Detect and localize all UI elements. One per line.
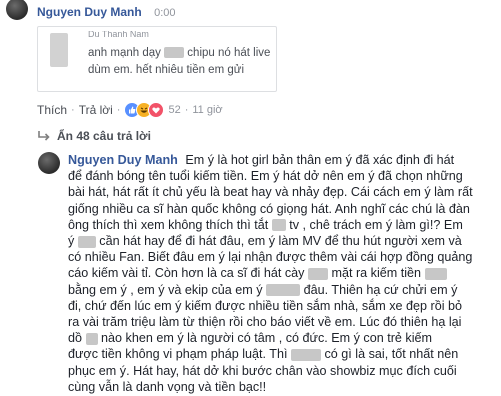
quoted-reply-box: Du Thanh Nam anh mạnh dạy chipu nó hát l… <box>37 26 277 92</box>
censor-blur <box>77 235 96 248</box>
top-comment-avatar[interactable] <box>6 0 28 20</box>
reply-arrow-icon <box>37 129 51 143</box>
reply-author[interactable]: Nguyen Duy Manh <box>68 153 178 167</box>
top-comment-header: Nguyen Duy Manh 0:00 <box>37 3 176 21</box>
reply-line-14: cùng vẫn là danh vọng và tiền bạc!! <box>68 379 267 394</box>
like-link[interactable]: Thích <box>37 103 67 117</box>
reactions-count: 52 <box>168 104 181 116</box>
hide-replies-link[interactable]: Ẩn 48 câu trả lời <box>37 128 151 144</box>
censor-blur <box>266 284 301 297</box>
quoted-reply-line1: anh mạnh dạy chipu nó hát live <box>88 47 271 59</box>
reply-line-11: dồ nào khen em ý là người có tâm , có đứ… <box>68 331 433 346</box>
reply-line-12: được tiền không vi phạm pháp luật. Thì c… <box>68 347 459 362</box>
reactions-summary[interactable]: 52 <box>124 102 181 118</box>
reply-avatar[interactable] <box>38 152 60 174</box>
censor-blur <box>424 268 447 281</box>
reply-line-6: có nhiều Fan. Biết đâu em ý lại nhận đượ… <box>68 250 473 265</box>
reply-line-1: để đánh bóng tên tuổi kiếm tiền. Em ý há… <box>68 169 463 184</box>
censor-blur <box>85 332 98 345</box>
reply-body: Nguyen Duy Manh Em ý là hot girl bản thâ… <box>68 152 498 396</box>
reply-line-10: ra vài trăm triệu làm từ thiện rồi cho b… <box>68 315 462 329</box>
quoted-reply-line2: dùm em. hết nhiêu tiền em gửi <box>88 64 245 76</box>
censor-blur <box>291 349 321 362</box>
reply-line-0: Nguyen Duy Manh Em ý là hot girl bản thâ… <box>68 153 455 167</box>
reply-line-8: bằng em ý , em ý và ekip của em ý đâu. T… <box>68 282 458 297</box>
comment-time: 11 giờ <box>192 104 223 116</box>
top-comment-author[interactable]: Nguyen Duy Manh <box>37 5 142 19</box>
censor-blur <box>307 268 328 281</box>
reply-line-3: giống nhiều ca sĩ hàn quốc không có giọn… <box>68 201 470 216</box>
reply-line-5: ý cần hát hay để đi hát đâu, em ý làm MV… <box>68 234 462 248</box>
reply-line-7: cáo kiếm vài tỉ. Còn hơn là ca sĩ đi hát… <box>68 265 447 281</box>
reply-line-2: bài hát, hát rất ít chủ yếu là beat hay … <box>68 185 473 200</box>
reply-line-4: ông thích thì xem không thích thì tắt tv… <box>68 217 463 232</box>
quoted-reply-author: Du Thanh Nam <box>88 31 149 38</box>
top-comment-time: 0:00 <box>154 7 176 19</box>
love-reaction-icon <box>148 102 165 118</box>
reply-link[interactable]: Trả lời <box>79 103 113 117</box>
hide-replies-label: Ẩn 48 câu trả lời <box>57 129 151 143</box>
censor-blur <box>271 219 286 232</box>
reply-line-9: đi, chứ đến lúc em ý kiếm được nhiều tiề… <box>68 298 463 313</box>
quoted-reply-censor <box>164 47 185 59</box>
quoted-reply-avatar-blur <box>50 33 68 67</box>
reply-line-13: phục em ý. Hát hay, hát dở khi bước chân… <box>68 363 457 378</box>
comment-action-row: Thích · Trả lời · 52 · 11 giờ <box>37 102 223 118</box>
